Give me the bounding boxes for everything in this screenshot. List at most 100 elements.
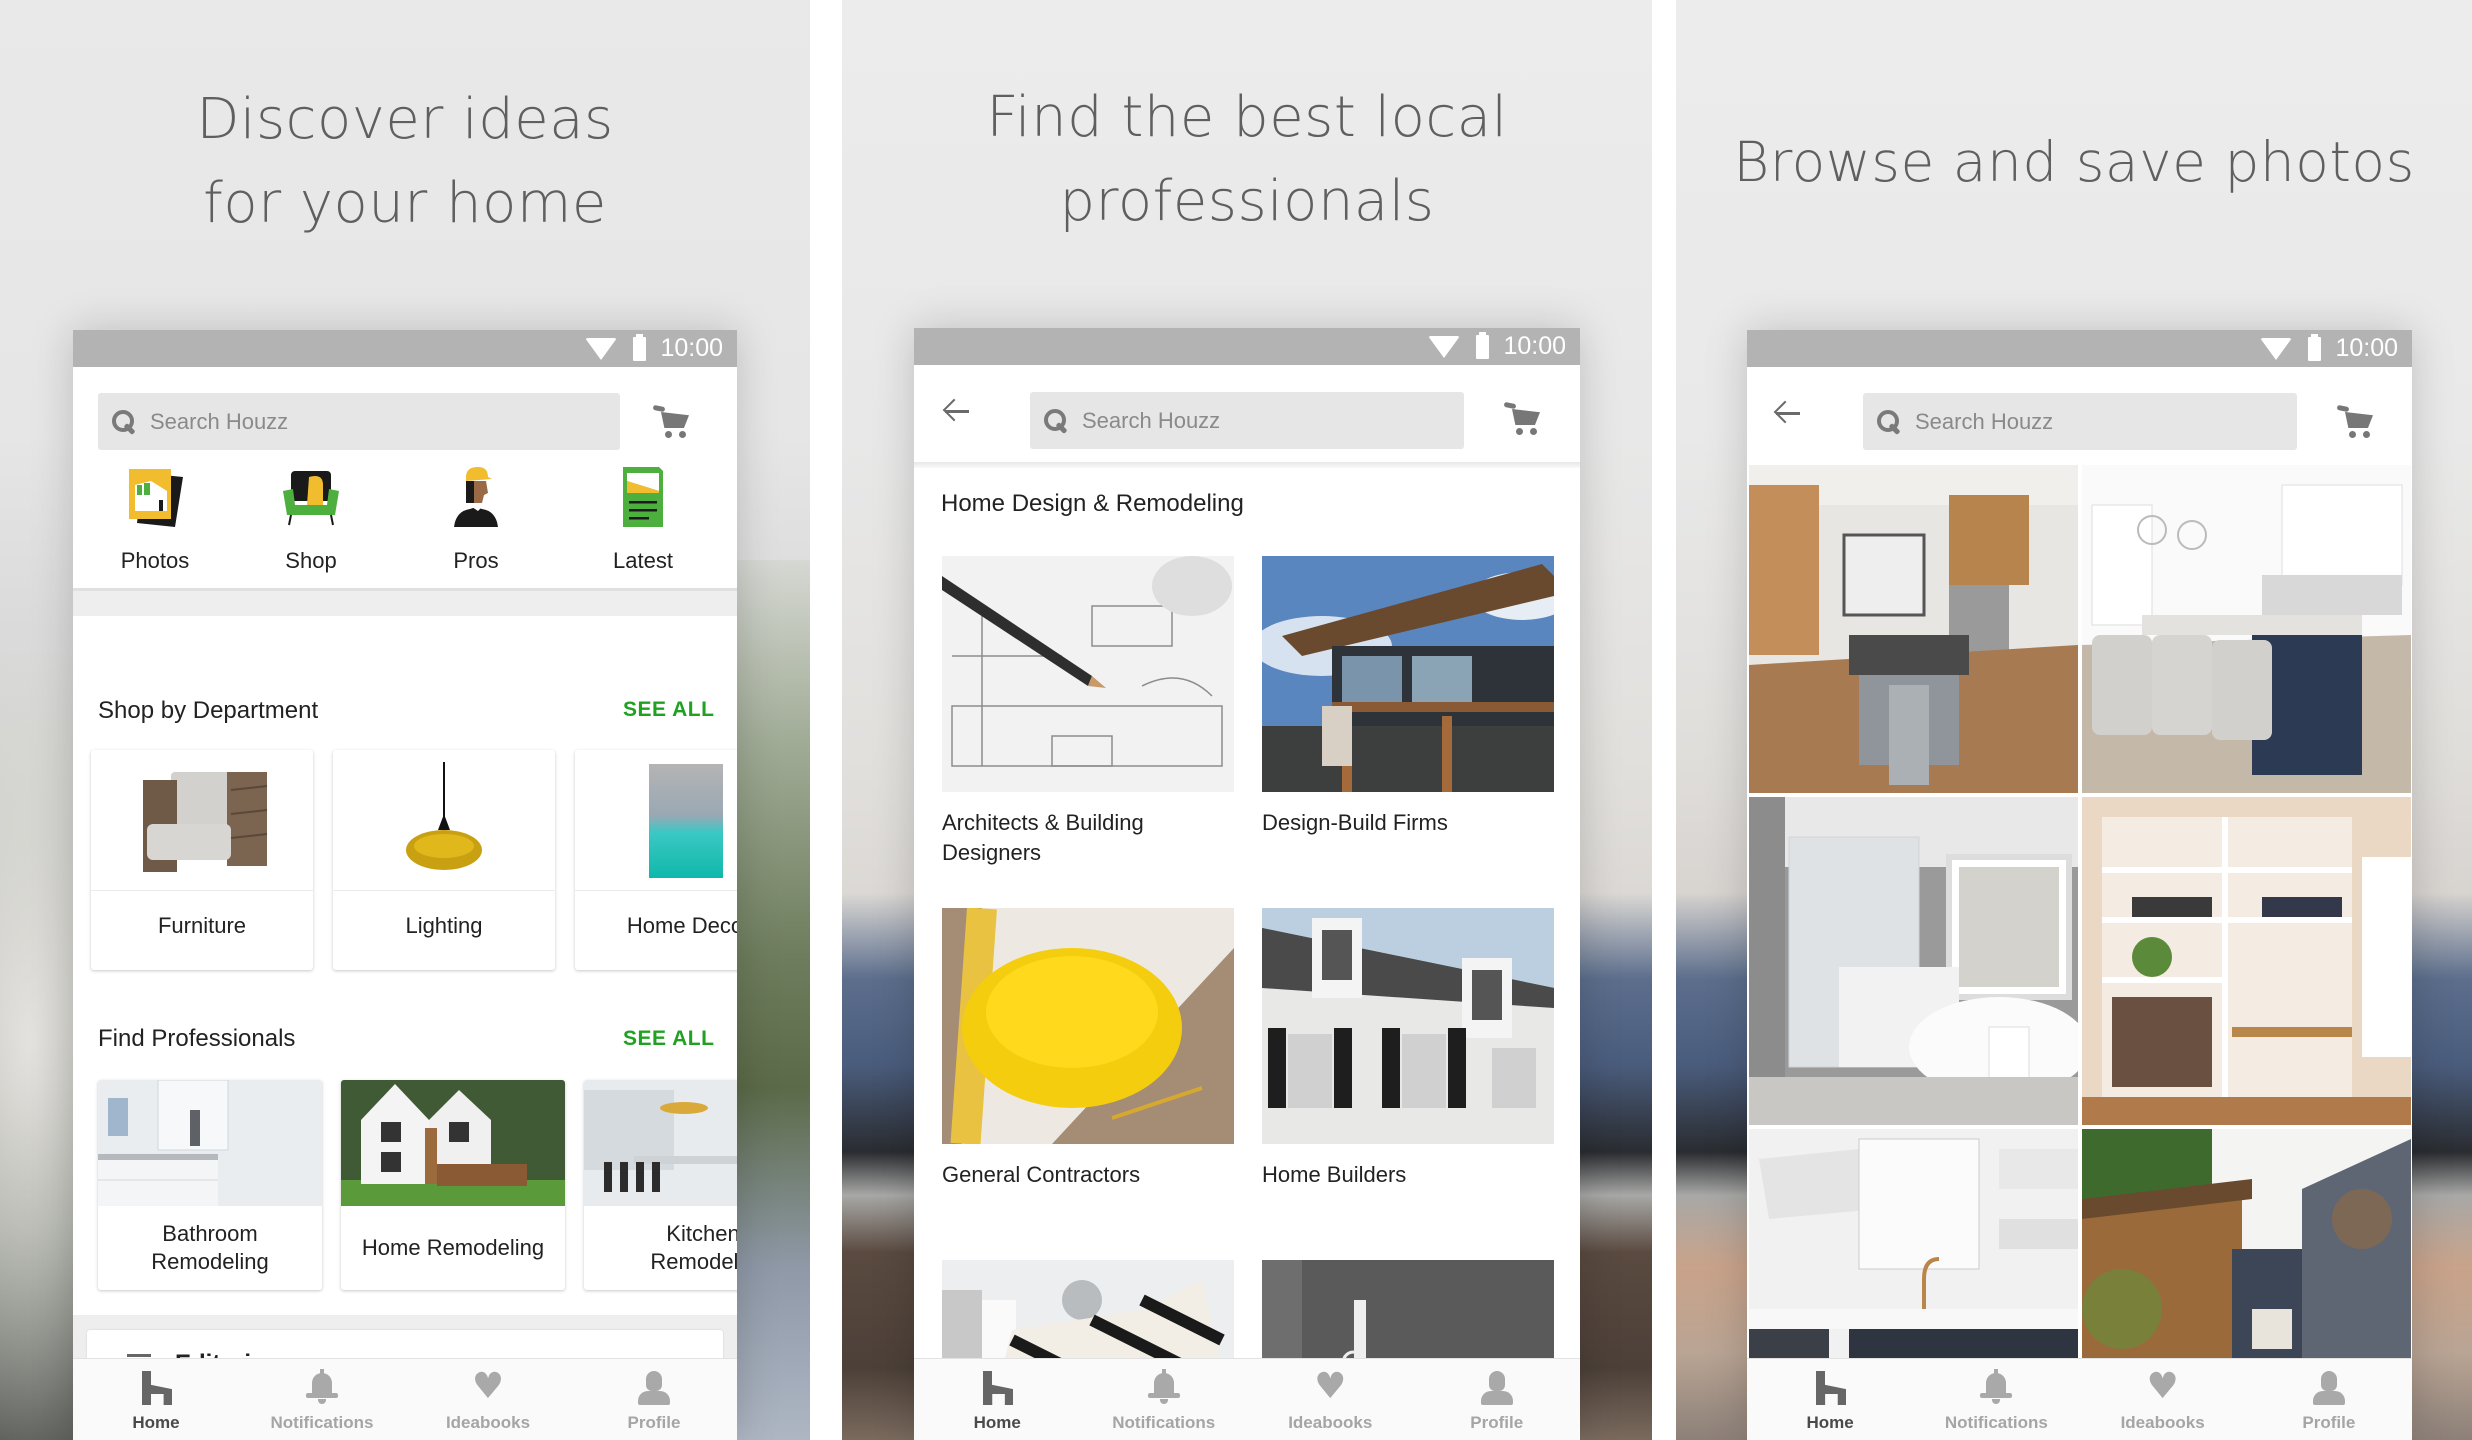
photo-tile[interactable] (2082, 797, 2411, 1125)
headline-line-1: Discover ideas (196, 87, 614, 152)
tile-label: Design-Build Firms (1262, 810, 1448, 835)
nav-notifications[interactable]: Notifications (1081, 1359, 1248, 1440)
nav-home[interactable]: Home (73, 1359, 239, 1440)
section-title-pros: Find Professionals (98, 1025, 296, 1052)
phone-screen-photos: 10:00 Search Houzz Home Notifications ♥ … (1747, 330, 2412, 1440)
shortcut-label: Shop (285, 548, 337, 573)
battery-icon (633, 333, 647, 361)
nav-label: Ideabooks (1288, 1413, 1373, 1432)
header-divider (914, 462, 1580, 468)
home-decor-image (649, 764, 723, 878)
photo-tile[interactable] (2082, 1129, 2411, 1358)
nav-label: Notifications (270, 1413, 374, 1432)
department-card-home-decor[interactable]: Home Deco (575, 750, 737, 970)
shortcut-row: Photos Shop Pros Latest (73, 465, 737, 590)
home-icon (1812, 1369, 1848, 1405)
back-arrow-icon[interactable] (942, 396, 972, 426)
architects-image (942, 556, 1234, 792)
photo-tile[interactable] (2082, 465, 2411, 793)
home-builders-image (1262, 908, 1554, 1144)
nav-ideabooks[interactable]: ♥ Ideabooks (405, 1359, 571, 1440)
bell-icon (1978, 1369, 2014, 1405)
card-label: Bathroom (162, 1221, 258, 1246)
nav-home[interactable]: Home (914, 1359, 1081, 1440)
background-blur-strip (737, 560, 810, 1440)
card-label: Kitchen (666, 1221, 737, 1246)
design-build-image (1262, 556, 1554, 792)
department-card-lighting[interactable]: Lighting (333, 750, 555, 970)
search-input[interactable]: Search Houzz (1863, 393, 2297, 450)
shop-icon (283, 471, 339, 526)
shortcut-pros[interactable]: Pros (406, 465, 546, 590)
bottom-nav: Home Notifications ♥ Ideabooks Profile (73, 1358, 737, 1440)
photos-icon (129, 469, 183, 527)
nav-ideabooks[interactable]: ♥ Ideabooks (2080, 1359, 2246, 1440)
status-time: 10:00 (1503, 332, 1566, 360)
nav-label: Notifications (1112, 1413, 1216, 1432)
back-arrow-icon[interactable] (1773, 398, 1803, 428)
shortcut-photos[interactable]: Photos (85, 465, 225, 590)
search-icon (112, 409, 136, 434)
nav-label: Ideabooks (2120, 1413, 2205, 1432)
nav-profile[interactable]: Profile (571, 1359, 737, 1440)
photo-tile[interactable] (1749, 1129, 2078, 1358)
see-all-pros-button[interactable]: SEE ALL (623, 1027, 714, 1051)
bell-icon (304, 1369, 340, 1405)
shortcut-latest[interactable]: Latest (573, 465, 713, 590)
search-input[interactable]: Search Houzz (1030, 392, 1464, 449)
phone-screen-professionals: 10:00 Search Houzz Home Design & Remodel… (914, 328, 1580, 1440)
battery-icon (1476, 331, 1490, 359)
pros-icon (454, 467, 498, 527)
nav-notifications[interactable]: Notifications (1913, 1359, 2079, 1440)
headline-line-2: professionals (1059, 169, 1435, 234)
kitchen-image (584, 1080, 737, 1206)
nav-label: Home (132, 1413, 180, 1432)
shortcut-label: Latest (613, 548, 673, 573)
wifi-icon (2260, 337, 2293, 360)
card-label: Lighting (405, 913, 483, 938)
department-card-furniture[interactable]: Furniture (91, 750, 313, 970)
nav-label: Profile (1470, 1413, 1524, 1432)
promo-panel-discover: Discover ideas for your home 10:00 Searc… (0, 0, 810, 1440)
pro-card-bathroom[interactable]: Bathroom Remodeling (98, 1080, 322, 1290)
nav-notifications[interactable]: Notifications (239, 1359, 405, 1440)
wifi-icon (1428, 335, 1461, 358)
shortcut-shop[interactable]: Shop (241, 465, 381, 590)
nav-ideabooks[interactable]: ♥ Ideabooks (1247, 1359, 1414, 1440)
search-input[interactable]: Search Houzz (98, 393, 620, 450)
heart-icon: ♥ (1314, 1366, 1347, 1407)
nav-home[interactable]: Home (1747, 1359, 1913, 1440)
shortcut-label: Photos (120, 548, 190, 573)
pro-card-kitchen[interactable]: Kitchen Remodelin (584, 1080, 737, 1290)
photo-tile[interactable] (1749, 797, 2078, 1125)
card-label: Home Remodeling (361, 1235, 545, 1260)
nav-profile[interactable]: Profile (1414, 1359, 1581, 1440)
promo-panel-photos: Browse and save photos 10:00 Search Houz… (1676, 0, 2472, 1440)
nav-label: Profile (627, 1413, 681, 1432)
see-all-shop-button[interactable]: SEE ALL (623, 698, 714, 722)
general-contractors-image (942, 908, 1234, 1144)
tile-label: Designers (942, 840, 1042, 865)
furniture-image (143, 772, 268, 872)
cart-icon[interactable] (1503, 401, 1544, 437)
tile-label: Home Builders (1262, 1162, 1407, 1187)
search-placeholder: Search Houzz (150, 408, 289, 434)
bathroom-faucet-image (1262, 1260, 1554, 1370)
section-title-shop: Shop by Department (98, 697, 319, 724)
nav-label: Home (1806, 1413, 1854, 1432)
tile-label: Architects & Building (942, 810, 1144, 835)
nav-label: Home (973, 1413, 1021, 1432)
card-label: Home Deco (626, 913, 737, 938)
search-placeholder: Search Houzz (1082, 407, 1221, 433)
headline-line-2: for your home (203, 171, 607, 236)
cart-icon[interactable] (652, 404, 693, 440)
cart-icon[interactable] (2336, 404, 2377, 440)
shortcut-label: Pros (453, 548, 499, 573)
home-icon (979, 1369, 1015, 1405)
bottom-nav: Home Notifications ♥ Ideabooks Profile (914, 1358, 1580, 1440)
nav-profile[interactable]: Profile (2246, 1359, 2412, 1440)
photo-tile[interactable] (1749, 465, 2078, 793)
pro-card-home-remodeling[interactable]: Home Remodeling (341, 1080, 565, 1290)
lighting-image (406, 762, 482, 870)
promo-headline: Browse and save photos (1733, 130, 2415, 194)
